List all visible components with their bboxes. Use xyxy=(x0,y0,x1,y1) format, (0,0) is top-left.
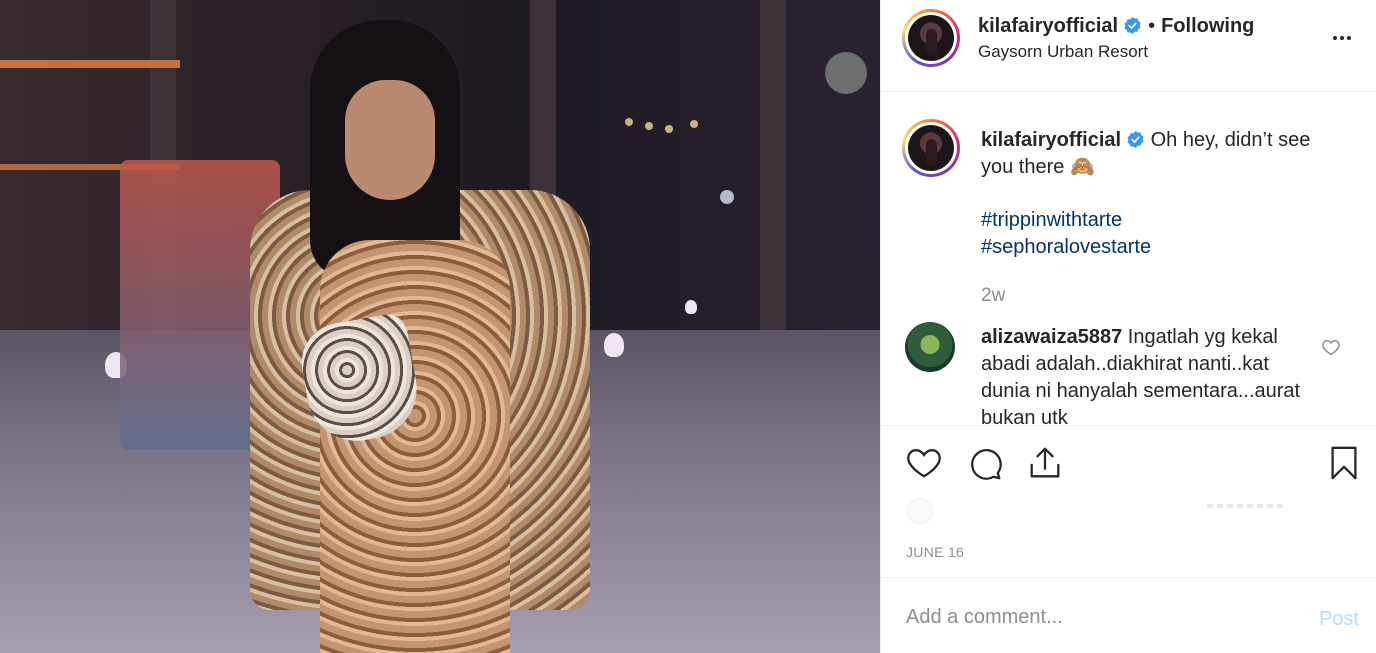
liker-avatar[interactable] xyxy=(907,498,933,524)
photo-bokeh xyxy=(625,118,633,126)
photo-bokeh xyxy=(665,125,673,133)
share-icon[interactable] xyxy=(1026,444,1064,482)
separator-dot: • xyxy=(1148,15,1156,37)
caption: kilafairyofficial Oh hey, didn’t see you… xyxy=(981,127,1341,181)
comments-section: kilafairyofficial Oh hey, didn’t see you… xyxy=(881,93,1376,425)
verified-badge-icon xyxy=(1127,130,1144,149)
commenter-username[interactable]: alizawaiza5887 xyxy=(981,326,1122,348)
verified-badge-icon xyxy=(1124,16,1141,35)
author-line: kilafairyofficial • Following xyxy=(978,15,1254,38)
post-comment-button[interactable]: Post xyxy=(1319,608,1359,631)
photo-pillar xyxy=(760,0,786,330)
bookmark-icon[interactable] xyxy=(1325,444,1363,482)
comment-item: alizawaiza5887 Ingatlah yg kekal abadi a… xyxy=(981,324,1301,425)
hashtag-list: #trippinwithtarte #sephoralovestarte xyxy=(981,207,1151,261)
photo-floor-lamp xyxy=(685,300,697,314)
caption-username[interactable]: kilafairyofficial xyxy=(981,129,1121,151)
following-button[interactable]: Following xyxy=(1161,15,1254,37)
photo-light-rack xyxy=(0,60,180,170)
photo-bokeh xyxy=(690,120,698,128)
more-options-icon[interactable] xyxy=(1327,26,1357,50)
hashtag-link[interactable]: #sephoralovestarte xyxy=(981,234,1151,261)
post-sidebar: kilafairyofficial • Following Gaysorn Urba… xyxy=(880,0,1376,653)
hashtag-link[interactable]: #trippinwithtarte xyxy=(981,207,1151,234)
photo-bokeh xyxy=(825,52,867,94)
likes-row[interactable] xyxy=(907,498,1347,524)
post-date[interactable]: JUNE 16 xyxy=(906,544,964,560)
photo-bokeh xyxy=(645,122,653,130)
location-link[interactable]: Gaysorn Urban Resort xyxy=(978,42,1148,62)
post-photo[interactable] xyxy=(0,0,880,653)
caption-avatar[interactable] xyxy=(902,119,960,177)
post-actions: JUNE 16 xyxy=(881,425,1376,577)
likes-count-placeholder[interactable] xyxy=(1207,504,1287,508)
author-avatar[interactable] xyxy=(902,9,960,67)
comment-icon[interactable] xyxy=(966,444,1004,482)
post-header: kilafairyofficial • Following Gaysorn Urba… xyxy=(881,0,1376,92)
comment-input[interactable] xyxy=(906,606,1286,629)
photo-bokeh xyxy=(720,190,734,204)
add-comment-bar: Post xyxy=(881,577,1376,653)
heart-icon[interactable] xyxy=(905,444,943,482)
comment-like-heart-icon[interactable] xyxy=(1321,337,1341,357)
caption-age[interactable]: 2w xyxy=(981,285,1005,307)
commenter-avatar[interactable] xyxy=(905,322,955,372)
author-username[interactable]: kilafairyofficial xyxy=(978,15,1118,37)
photo-person xyxy=(230,20,590,653)
photo-floor-lamp xyxy=(604,333,624,357)
